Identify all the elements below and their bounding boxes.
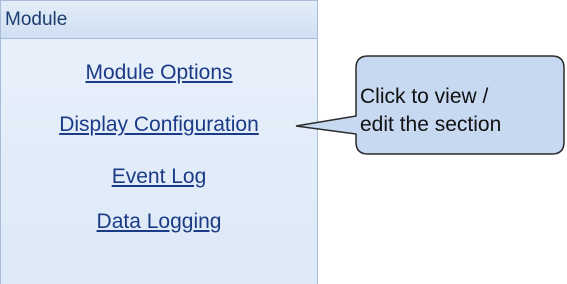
- callout-text: Click to view / edit the section: [360, 83, 566, 139]
- module-options-link[interactable]: Module Options: [1, 61, 317, 85]
- data-logging-link[interactable]: Data Logging: [1, 210, 317, 234]
- panel-header: Module: [1, 1, 317, 39]
- callout-line-2: edit the section: [360, 113, 502, 136]
- display-configuration-link[interactable]: Display Configuration: [1, 113, 317, 137]
- callout-bubble: Click to view / edit the section: [294, 54, 566, 158]
- callout-line-1: Click to view /: [360, 85, 489, 108]
- event-log-link[interactable]: Event Log: [1, 165, 317, 189]
- module-panel: Module Module Options Display Configurat…: [0, 0, 318, 284]
